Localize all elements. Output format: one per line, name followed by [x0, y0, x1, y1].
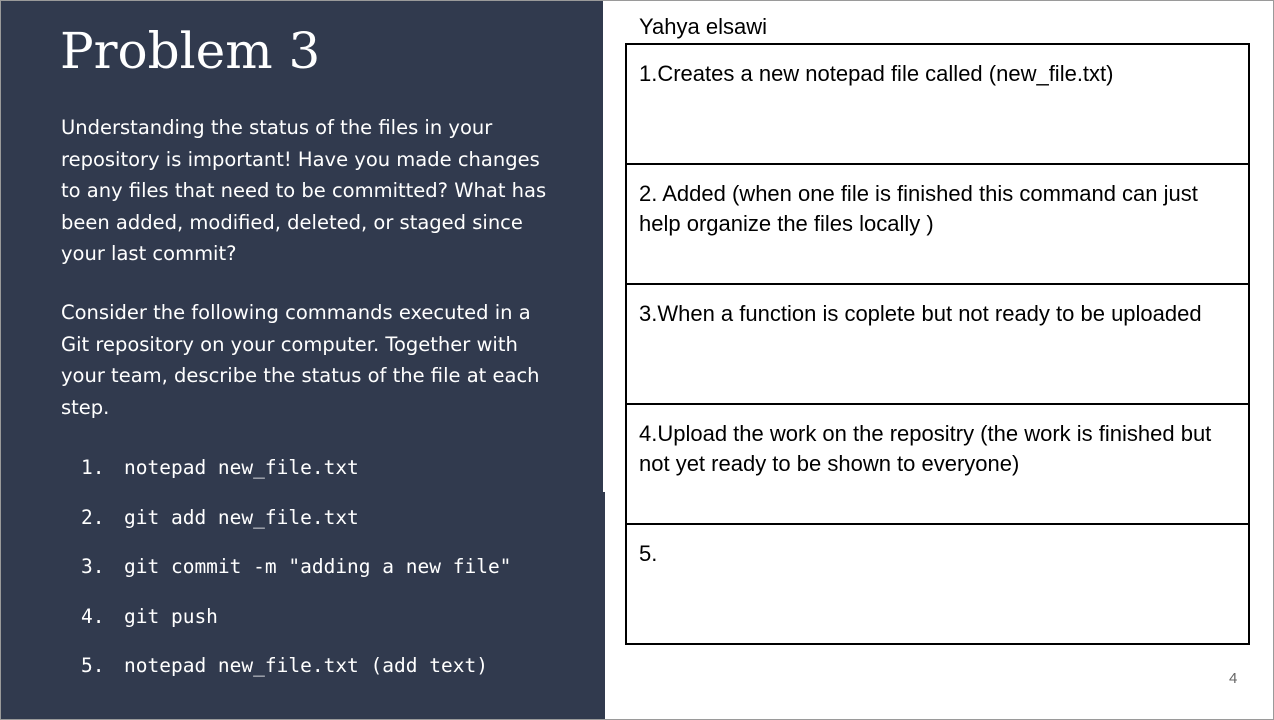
- command-item: 4. git push: [81, 601, 511, 651]
- answer-cell-4[interactable]: 4.Upload the work on the repositry (the …: [627, 405, 1248, 525]
- answer-cell-2[interactable]: 2. Added (when one file is finished this…: [627, 165, 1248, 285]
- slide-title: Problem 3: [60, 22, 321, 80]
- answer-cell-3[interactable]: 3.When a function is coplete but not rea…: [627, 285, 1248, 405]
- instructions-paragraph: Consider the following commands executed…: [61, 301, 540, 419]
- slide: Problem 3 Understanding the status of th…: [0, 0, 1274, 720]
- command-text: git push: [124, 604, 218, 628]
- command-item: 3. git commit -m "adding a new file": [81, 551, 511, 601]
- command-number: 2.: [81, 505, 105, 529]
- command-text: git commit -m "adding a new file": [124, 555, 512, 578]
- command-text: notepad new_file.txt (add text): [124, 654, 488, 677]
- command-number: 4.: [81, 604, 105, 628]
- command-number: 5.: [81, 654, 105, 677]
- page-number: 4: [1229, 670, 1238, 687]
- command-number: 1.: [81, 456, 105, 479]
- command-text: git add new_file.txt: [124, 505, 359, 529]
- command-item: 1. notepad new_file.txt: [81, 452, 511, 502]
- answer-cell-5[interactable]: 5.: [627, 525, 1248, 645]
- panel-edge: [603, 492, 605, 719]
- intro-paragraph: Understanding the status of the files in…: [61, 116, 547, 265]
- answer-cell-1[interactable]: 1.Creates a new notepad file called (new…: [627, 45, 1248, 165]
- author-name[interactable]: Yahya elsawi: [639, 13, 767, 41]
- command-list: 1. notepad new_file.txt 2. git add new_fil…: [81, 452, 511, 700]
- command-item: 5. notepad new_file.txt (add text): [81, 650, 511, 700]
- command-text: notepad new_file.txt: [124, 456, 359, 479]
- answer-table: 1.Creates a new notepad file called (new…: [625, 43, 1250, 645]
- command-number: 3.: [81, 555, 105, 578]
- problem-panel: Problem 3 Understanding the status of th…: [1, 1, 605, 719]
- command-item: 2. git add new_file.txt: [81, 502, 511, 552]
